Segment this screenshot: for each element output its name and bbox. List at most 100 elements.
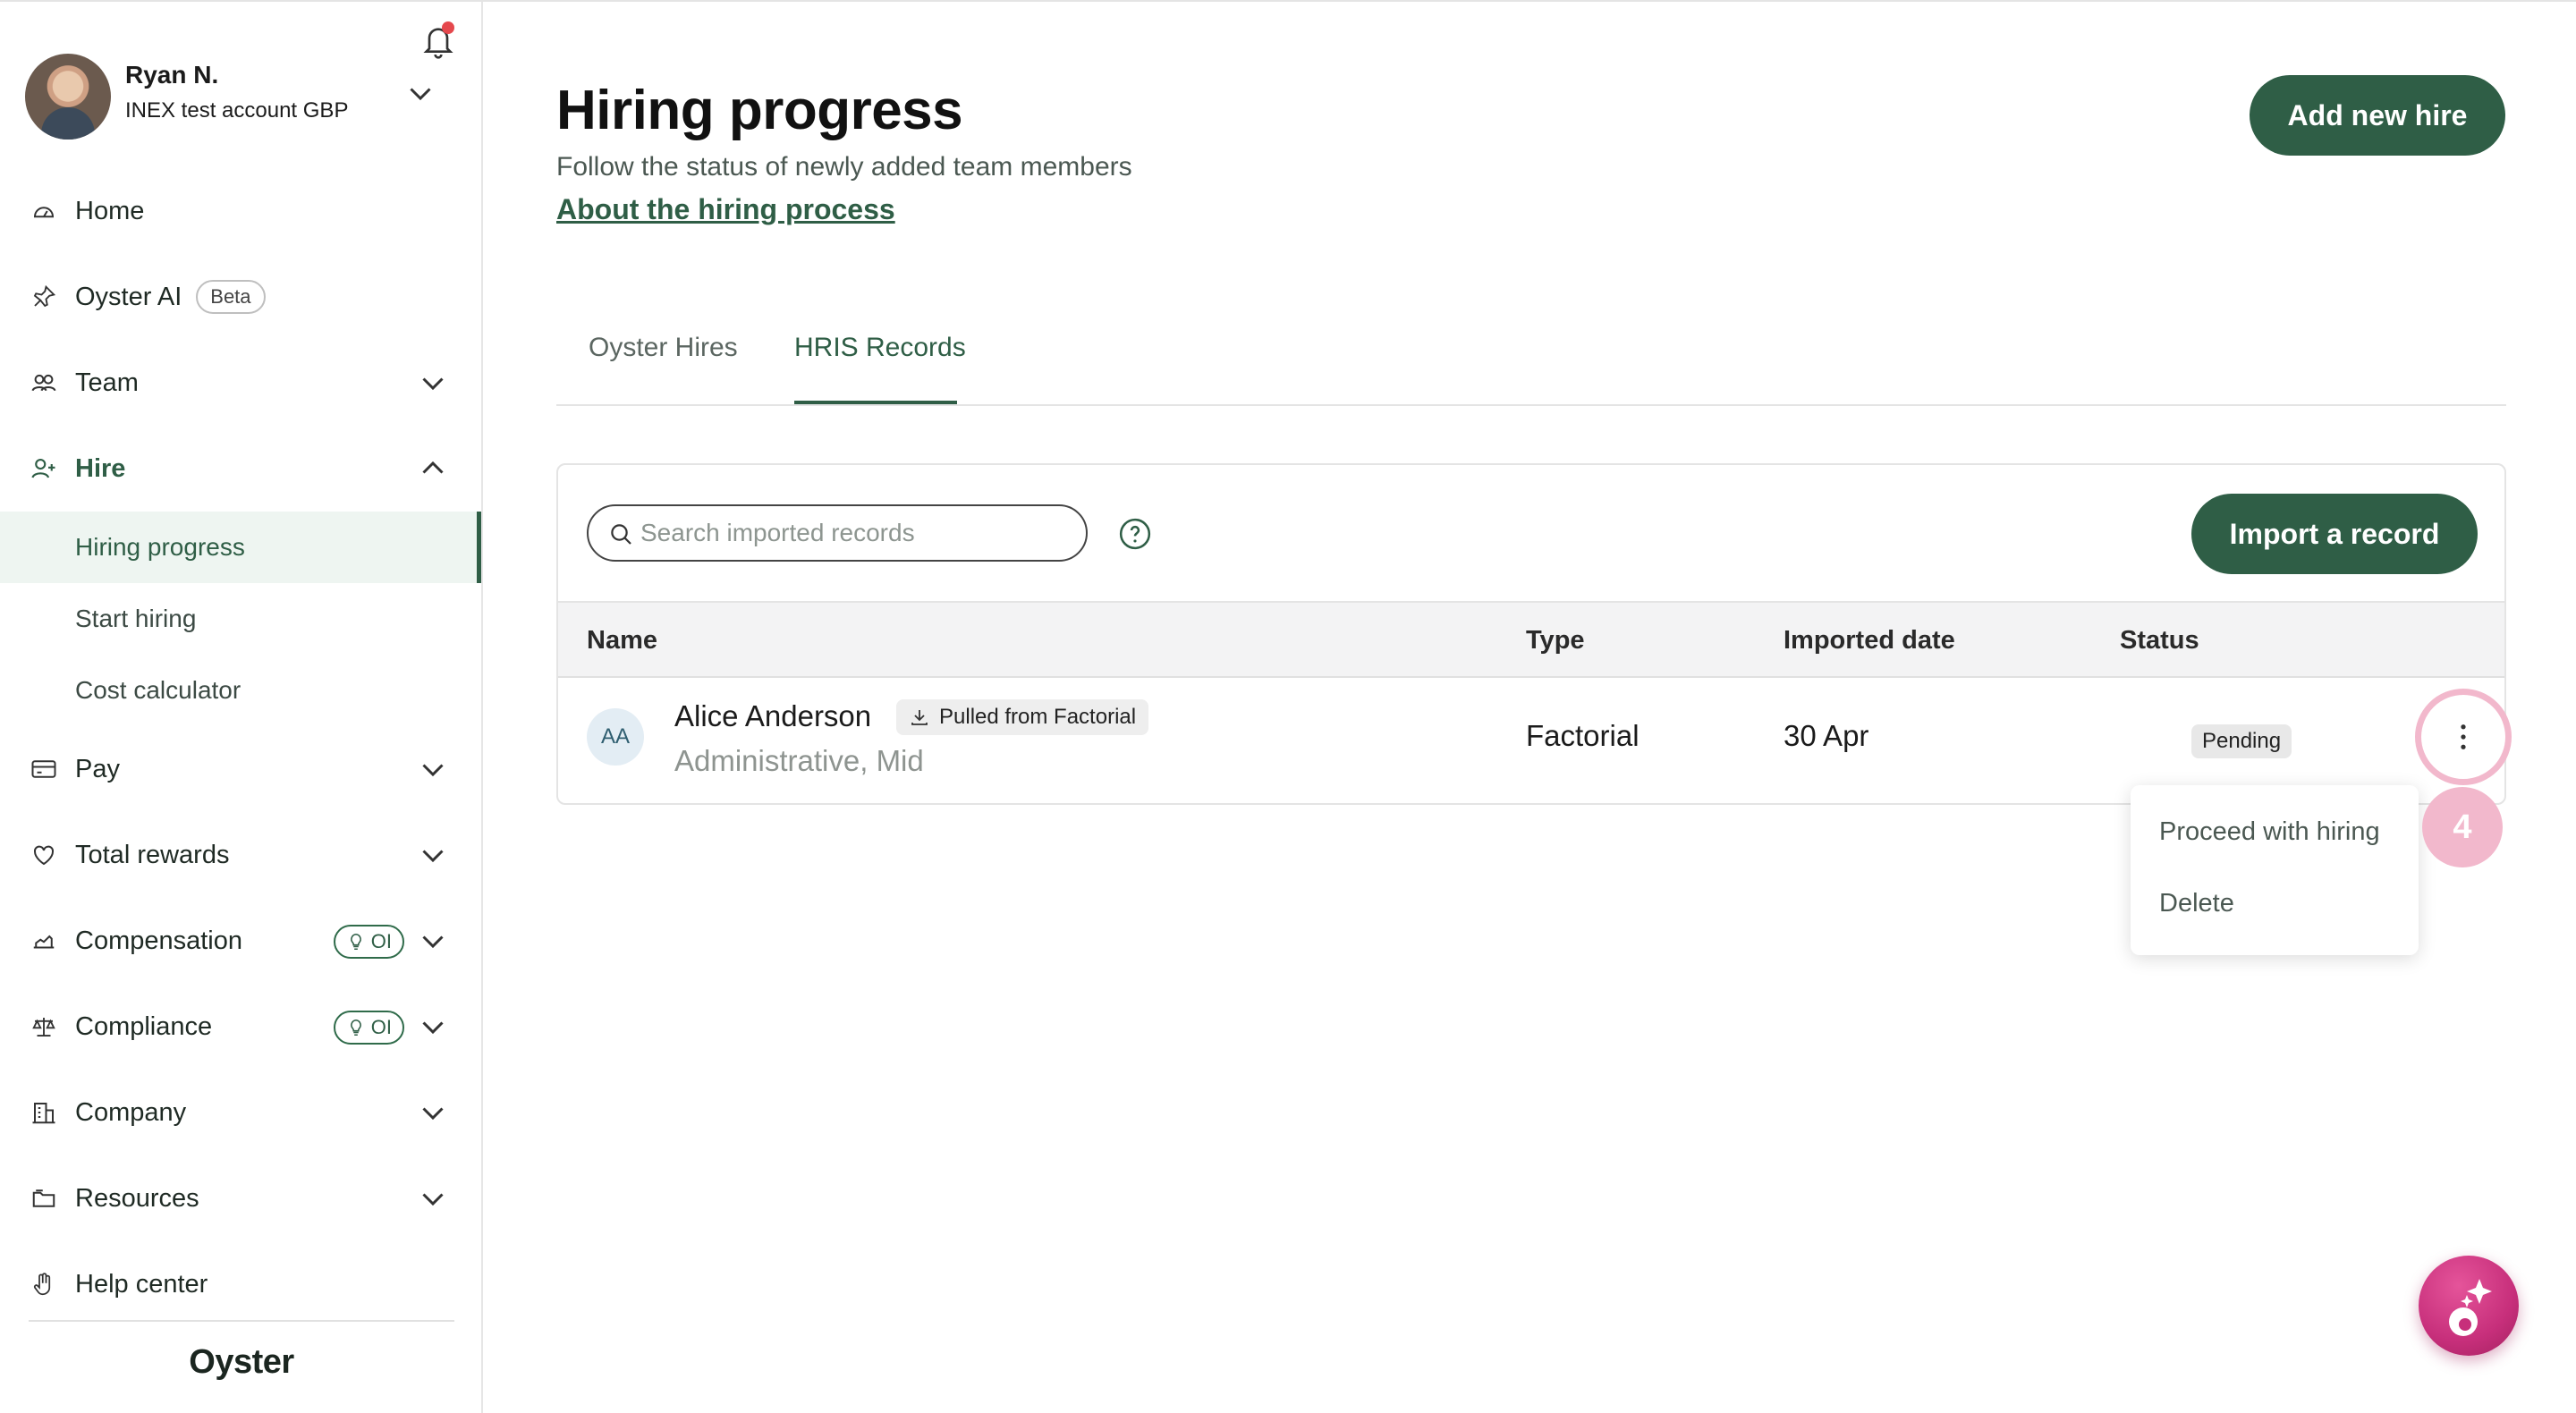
status-badge: Pending bbox=[2191, 724, 2292, 758]
team-icon bbox=[29, 368, 59, 398]
chevron-down-icon[interactable] bbox=[404, 77, 436, 109]
nav-item-pay[interactable]: Pay bbox=[0, 726, 481, 812]
oi-badge: OI bbox=[333, 1011, 404, 1045]
sparkle-icon bbox=[2449, 1279, 2492, 1336]
row-actions-menu: Proceed with hiring Delete bbox=[2131, 785, 2419, 955]
nav-item-help-center[interactable]: Help center bbox=[0, 1241, 481, 1327]
lightbulb-icon bbox=[350, 933, 361, 951]
chevron-down-icon bbox=[422, 764, 444, 777]
nav-item-compensation[interactable]: Compensation OI bbox=[0, 898, 481, 984]
import-record-button[interactable]: Import a record bbox=[2191, 494, 2478, 574]
tab-oyster-hires[interactable]: Oyster Hires bbox=[589, 333, 738, 363]
oi-badge: OI bbox=[333, 925, 404, 959]
notification-dot bbox=[442, 21, 454, 34]
nav-item-resources[interactable]: Resources bbox=[0, 1155, 481, 1241]
nav-item-compliance[interactable]: Compliance OI bbox=[0, 984, 481, 1070]
hand-icon bbox=[29, 1269, 59, 1299]
download-icon bbox=[911, 710, 928, 725]
nav-label-oyster-ai: Oyster AI bbox=[75, 282, 182, 311]
row-actions-button[interactable] bbox=[2415, 689, 2512, 785]
chevron-down-icon bbox=[422, 850, 444, 863]
main-content: Hiring progress Follow the status of new… bbox=[485, 2, 2576, 1413]
search-icon bbox=[611, 524, 631, 545]
nav-label-resources: Resources bbox=[75, 1183, 199, 1213]
nav-item-hire[interactable]: Hire bbox=[0, 426, 481, 512]
nav-item-home[interactable]: Home bbox=[0, 168, 481, 254]
about-hiring-link[interactable]: About the hiring process bbox=[556, 193, 895, 226]
help-circle-icon[interactable] bbox=[1118, 517, 1152, 551]
chevron-down-icon bbox=[422, 1107, 444, 1121]
building-icon bbox=[29, 1097, 59, 1128]
source-badge-label: Pulled from Factorial bbox=[939, 705, 1137, 729]
ai-assistant-button[interactable] bbox=[2419, 1256, 2519, 1356]
nav-item-oyster-ai[interactable]: Oyster AI Beta bbox=[0, 254, 481, 340]
page-title: Hiring progress bbox=[556, 80, 963, 141]
page-subtitle: Follow the status of newly added team me… bbox=[556, 152, 1132, 182]
dashboard-icon bbox=[29, 196, 59, 226]
person-name: Alice Anderson bbox=[674, 699, 872, 732]
add-new-hire-button[interactable]: Add new hire bbox=[2250, 75, 2505, 156]
menu-item-delete[interactable]: Delete bbox=[2159, 889, 2234, 918]
menu-item-proceed-with-hiring[interactable]: Proceed with hiring bbox=[2159, 817, 2380, 847]
more-vertical-icon bbox=[2461, 724, 2466, 749]
beta-badge: Beta bbox=[196, 280, 266, 314]
table-row[interactable]: AA Alice Anderson Pulled from Factorial … bbox=[558, 678, 2512, 803]
nav-subitem-hiring-progress[interactable]: Hiring progress bbox=[0, 512, 481, 583]
nav-item-company[interactable]: Company bbox=[0, 1070, 481, 1155]
nav-item-total-rewards[interactable]: Total rewards bbox=[0, 812, 481, 898]
active-tab-indicator bbox=[794, 401, 957, 404]
profile-name: Ryan N. bbox=[125, 61, 219, 89]
nav-label-help-center: Help center bbox=[75, 1269, 208, 1299]
nav-item-team[interactable]: Team bbox=[0, 340, 481, 426]
chevron-down-icon bbox=[422, 1193, 444, 1206]
nav-label-total-rewards: Total rewards bbox=[75, 840, 230, 869]
cell-type: Factorial bbox=[1526, 719, 1640, 752]
sidebar-divider bbox=[29, 1320, 454, 1322]
tab-hris-records[interactable]: HRIS Records bbox=[794, 333, 966, 363]
column-header-name: Name bbox=[587, 626, 657, 655]
avatar bbox=[25, 54, 111, 140]
nav-label-compensation: Compensation bbox=[75, 926, 242, 955]
source-badge: Pulled from Factorial bbox=[896, 699, 1149, 735]
lightbulb-icon bbox=[350, 1019, 361, 1036]
profile-switcher[interactable]: Ryan N. INEX test account GBP bbox=[25, 54, 463, 140]
records-card: Search imported records Import a record … bbox=[556, 463, 2512, 805]
step-number-badge: 4 bbox=[2422, 787, 2503, 867]
cell-imported-date: 30 Apr bbox=[1784, 719, 1869, 752]
card-icon bbox=[29, 754, 59, 784]
avatar-initials: AA bbox=[587, 708, 644, 766]
nav-label-compliance: Compliance bbox=[75, 1011, 213, 1041]
sparkle-pin-icon bbox=[29, 282, 59, 312]
nav-label-pay: Pay bbox=[75, 754, 120, 783]
column-header-imported-date: Imported date bbox=[1784, 626, 1955, 655]
search-input[interactable]: Search imported records bbox=[587, 504, 1088, 562]
oyster-logo: Oyster bbox=[189, 1343, 294, 1381]
chevron-down-icon bbox=[422, 935, 444, 949]
chevron-down-icon bbox=[422, 1021, 444, 1035]
column-header-type: Type bbox=[1526, 626, 1585, 655]
nav-label-home: Home bbox=[75, 196, 145, 225]
scales-icon bbox=[29, 1011, 59, 1042]
heart-icon bbox=[29, 840, 59, 870]
nav-subitem-cost-calculator[interactable]: Cost calculator bbox=[0, 655, 481, 726]
person-role: Administrative, Mid bbox=[674, 744, 924, 777]
chevron-down-icon bbox=[422, 377, 444, 391]
search-placeholder: Search imported records bbox=[640, 519, 915, 546]
chevron-up-icon bbox=[422, 461, 444, 474]
table-header: Name Type Imported date Status bbox=[558, 601, 2504, 678]
add-person-icon bbox=[29, 453, 59, 484]
nav-subitem-start-hiring[interactable]: Start hiring bbox=[0, 583, 481, 655]
oi-badge-label: OI bbox=[370, 930, 392, 952]
app-window: Ryan N. INEX test account GBP Home Oyste… bbox=[0, 0, 2576, 1413]
nav-label-hire: Hire bbox=[75, 453, 126, 483]
folder-icon bbox=[29, 1183, 59, 1214]
column-header-status: Status bbox=[2120, 626, 2199, 655]
profile-account: INEX test account GBP bbox=[125, 98, 349, 123]
nav-label-team: Team bbox=[75, 368, 139, 397]
gauge-hand-icon bbox=[29, 926, 59, 956]
main-nav: Home Oyster AI Beta Team Hire Hiring pro… bbox=[0, 168, 481, 1327]
tab-bar: Oyster Hires HRIS Records bbox=[556, 315, 2506, 406]
nav-label-company: Company bbox=[75, 1097, 187, 1127]
sidebar: Ryan N. INEX test account GBP Home Oyste… bbox=[0, 2, 483, 1413]
oi-badge-label: OI bbox=[370, 1016, 392, 1038]
